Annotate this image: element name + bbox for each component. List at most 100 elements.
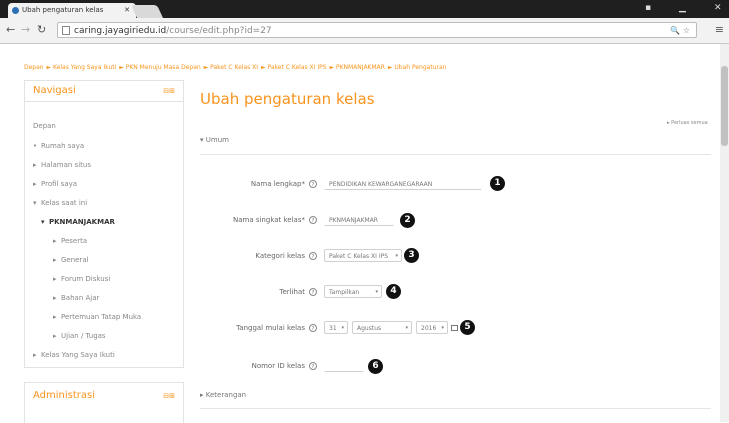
collapsed-arrow-icon[interactable]: ▸ bbox=[33, 161, 37, 169]
annotation-badge: 3 bbox=[404, 248, 419, 263]
page-icon bbox=[62, 26, 70, 35]
expand-all-link[interactable]: ▸ Perluas semua bbox=[667, 120, 708, 126]
section-general-header[interactable]: ▾ Umum bbox=[200, 136, 229, 144]
day-value: 31 bbox=[329, 325, 337, 332]
user-profile-icon[interactable]: ▪ bbox=[645, 3, 651, 13]
calendar-icon[interactable] bbox=[451, 325, 458, 331]
collapsed-arrow-icon[interactable]: ▸ bbox=[53, 294, 57, 302]
nav-item-peserta[interactable]: Peserta bbox=[61, 237, 87, 245]
collapsed-arrow-icon[interactable]: ▸ bbox=[53, 256, 57, 264]
breadcrumb-item[interactable]: Depan bbox=[24, 64, 44, 71]
page-scrollbar[interactable] bbox=[720, 44, 729, 422]
expanded-arrow-icon[interactable]: ▾ bbox=[41, 218, 45, 226]
close-window-icon[interactable]: ✕ bbox=[714, 3, 722, 13]
collapsed-arrow-icon[interactable]: ▸ bbox=[33, 351, 37, 359]
address-bar: ← → ↻ caring.jayagiriedu.id/course/edit.… bbox=[0, 18, 729, 44]
tab-title: Ubah pengaturan kelas bbox=[22, 6, 104, 14]
expanded-arrow-icon[interactable]: ▾ bbox=[33, 199, 37, 207]
category-value: Paket C Kelas XI IPS bbox=[329, 253, 389, 260]
idnumber-input[interactable] bbox=[324, 359, 364, 372]
collapsed-arrow-icon[interactable]: ▸ bbox=[53, 275, 57, 283]
breadcrumb: Depan ► Kelas Yang Saya Ikuti ► PKN Menu… bbox=[24, 64, 447, 71]
breadcrumb-item[interactable]: PKN Menuju Masa Depan bbox=[126, 64, 201, 71]
zoom-bookmark-icons[interactable]: 🔍 ☆ bbox=[670, 23, 690, 39]
url-input[interactable]: caring.jayagiriedu.id/course/edit.php?id… bbox=[57, 22, 697, 38]
navigation-block: Navigasi ⊟⊞ Depan • Rumah saya ▸ Halaman… bbox=[24, 80, 184, 368]
dropdown-arrow-icon: ▾ bbox=[341, 325, 344, 331]
category-label: Kategori kelas bbox=[255, 252, 305, 260]
navigation-title: Navigasi bbox=[33, 85, 76, 96]
breadcrumb-item[interactable]: PKNMANJAKMAR bbox=[336, 64, 385, 71]
administration-title: Administrasi bbox=[33, 390, 96, 401]
block-controls-icon[interactable]: ⊟⊞ bbox=[163, 392, 175, 400]
collapsed-arrow-icon[interactable]: ▸ bbox=[53, 332, 57, 340]
nav-item-pertemuan[interactable]: Pertemuan Tatap Muka bbox=[61, 313, 141, 321]
help-icon[interactable]: ? bbox=[309, 362, 317, 370]
page-content: Depan ► Kelas Yang Saya Ikuti ► PKN Menu… bbox=[0, 44, 720, 423]
section-description-label: Keterangan bbox=[205, 391, 247, 399]
breadcrumb-item: Ubah Pengaturan bbox=[394, 64, 447, 71]
annotation-badge: 5 bbox=[460, 320, 475, 335]
administration-block-header: Administrasi ⊟⊞ bbox=[25, 383, 183, 403]
nav-item-ujian-tugas[interactable]: Ujian / Tugas bbox=[61, 332, 106, 340]
dropdown-arrow-icon: ▾ bbox=[405, 325, 408, 331]
annotation-badge: 1 bbox=[490, 176, 505, 191]
shortname-input[interactable]: PKNMANJAKMAR bbox=[324, 213, 394, 226]
day-select[interactable]: 31 ▾ bbox=[324, 321, 348, 334]
browser-tab[interactable]: Ubah pengaturan kelas ✕ bbox=[8, 3, 136, 18]
nav-item-forum-diskusi[interactable]: Forum Diskusi bbox=[61, 275, 110, 283]
annotation-badge: 2 bbox=[400, 213, 415, 228]
nav-item-rumah-saya[interactable]: Rumah saya bbox=[41, 142, 84, 150]
breadcrumb-item[interactable]: Paket C Kelas XI bbox=[210, 64, 258, 71]
nav-item-general[interactable]: General bbox=[61, 256, 89, 264]
help-icon[interactable]: ? bbox=[309, 252, 317, 260]
back-arrow-icon[interactable]: ← bbox=[6, 23, 15, 36]
nav-item-kelas-diikuti[interactable]: Kelas Yang Saya Ikuti bbox=[41, 351, 115, 359]
idnumber-label: Nomor ID kelas bbox=[251, 362, 305, 370]
category-select[interactable]: Paket C Kelas XI IPS ▾ bbox=[324, 249, 402, 262]
nav-item-depan[interactable]: Depan bbox=[33, 122, 56, 130]
help-icon[interactable]: ? bbox=[309, 324, 317, 332]
moodle-favicon-icon bbox=[12, 6, 19, 14]
browser-tab-bar: Ubah pengaturan kelas ✕ ▪ ▁ ✕ bbox=[0, 0, 729, 18]
nav-item-course[interactable]: PKNMANJAKMAR bbox=[49, 218, 115, 226]
close-tab-icon[interactable]: ✕ bbox=[124, 3, 130, 18]
year-select[interactable]: 2016 ▾ bbox=[416, 321, 448, 334]
fullname-label: Nama lengkap* bbox=[250, 180, 305, 188]
menu-icon[interactable]: ≡ bbox=[715, 23, 724, 36]
forward-arrow-icon[interactable]: → bbox=[21, 23, 30, 36]
shortname-label: Nama singkat kelas* bbox=[232, 216, 305, 224]
collapsed-arrow-icon[interactable]: ▸ bbox=[33, 180, 37, 188]
dropdown-arrow-icon: ▾ bbox=[375, 289, 378, 295]
breadcrumb-item[interactable]: Kelas Yang Saya Ikuti bbox=[53, 64, 116, 71]
nav-item-profil-saya[interactable]: Profil saya bbox=[41, 180, 77, 188]
collapsed-arrow-icon[interactable]: ▸ bbox=[53, 237, 57, 245]
nav-item-bahan-ajar[interactable]: Bahan Ajar bbox=[61, 294, 99, 302]
collapsed-arrow-icon[interactable]: ▸ bbox=[53, 313, 57, 321]
help-icon[interactable]: ? bbox=[309, 288, 317, 296]
help-icon[interactable]: ? bbox=[309, 216, 317, 224]
navigation-block-header: Navigasi ⊟⊞ bbox=[25, 81, 183, 102]
visible-select[interactable]: Tampilkan ▾ bbox=[324, 285, 382, 298]
block-controls-icon[interactable]: ⊟⊞ bbox=[163, 87, 175, 95]
help-icon[interactable]: ? bbox=[309, 180, 317, 188]
reload-icon[interactable]: ↻ bbox=[37, 23, 46, 36]
breadcrumb-item[interactable]: Paket C Kelas XI IPS bbox=[268, 64, 327, 71]
new-tab-button[interactable] bbox=[130, 5, 164, 18]
section-general-label: Umum bbox=[205, 136, 229, 144]
nav-item-halaman-situs[interactable]: Halaman situs bbox=[41, 161, 91, 169]
page-title: Ubah pengaturan kelas bbox=[200, 90, 375, 108]
section-description-header[interactable]: ▸ Keterangan bbox=[200, 391, 246, 399]
startdate-label: Tanggal mulai kelas bbox=[236, 324, 305, 332]
month-value: Agustus bbox=[357, 325, 382, 332]
fullname-input[interactable]: PENDIDIKAN KEWARGANEGARAAN bbox=[324, 177, 482, 190]
month-select[interactable]: Agustus ▾ bbox=[352, 321, 412, 334]
dropdown-arrow-icon: ▾ bbox=[441, 325, 444, 331]
minimize-window-icon[interactable]: ▁ bbox=[679, 3, 686, 13]
administration-block: Administrasi ⊟⊞ bbox=[24, 382, 184, 423]
nav-item-kelas-saat-ini[interactable]: Kelas saat ini bbox=[41, 199, 87, 207]
url-domain: caring.jayagiriedu.id bbox=[74, 26, 167, 36]
section-divider bbox=[200, 154, 711, 155]
url-path: /course/edit.php?id=27 bbox=[166, 26, 272, 36]
scrollbar-thumb[interactable] bbox=[721, 66, 728, 146]
